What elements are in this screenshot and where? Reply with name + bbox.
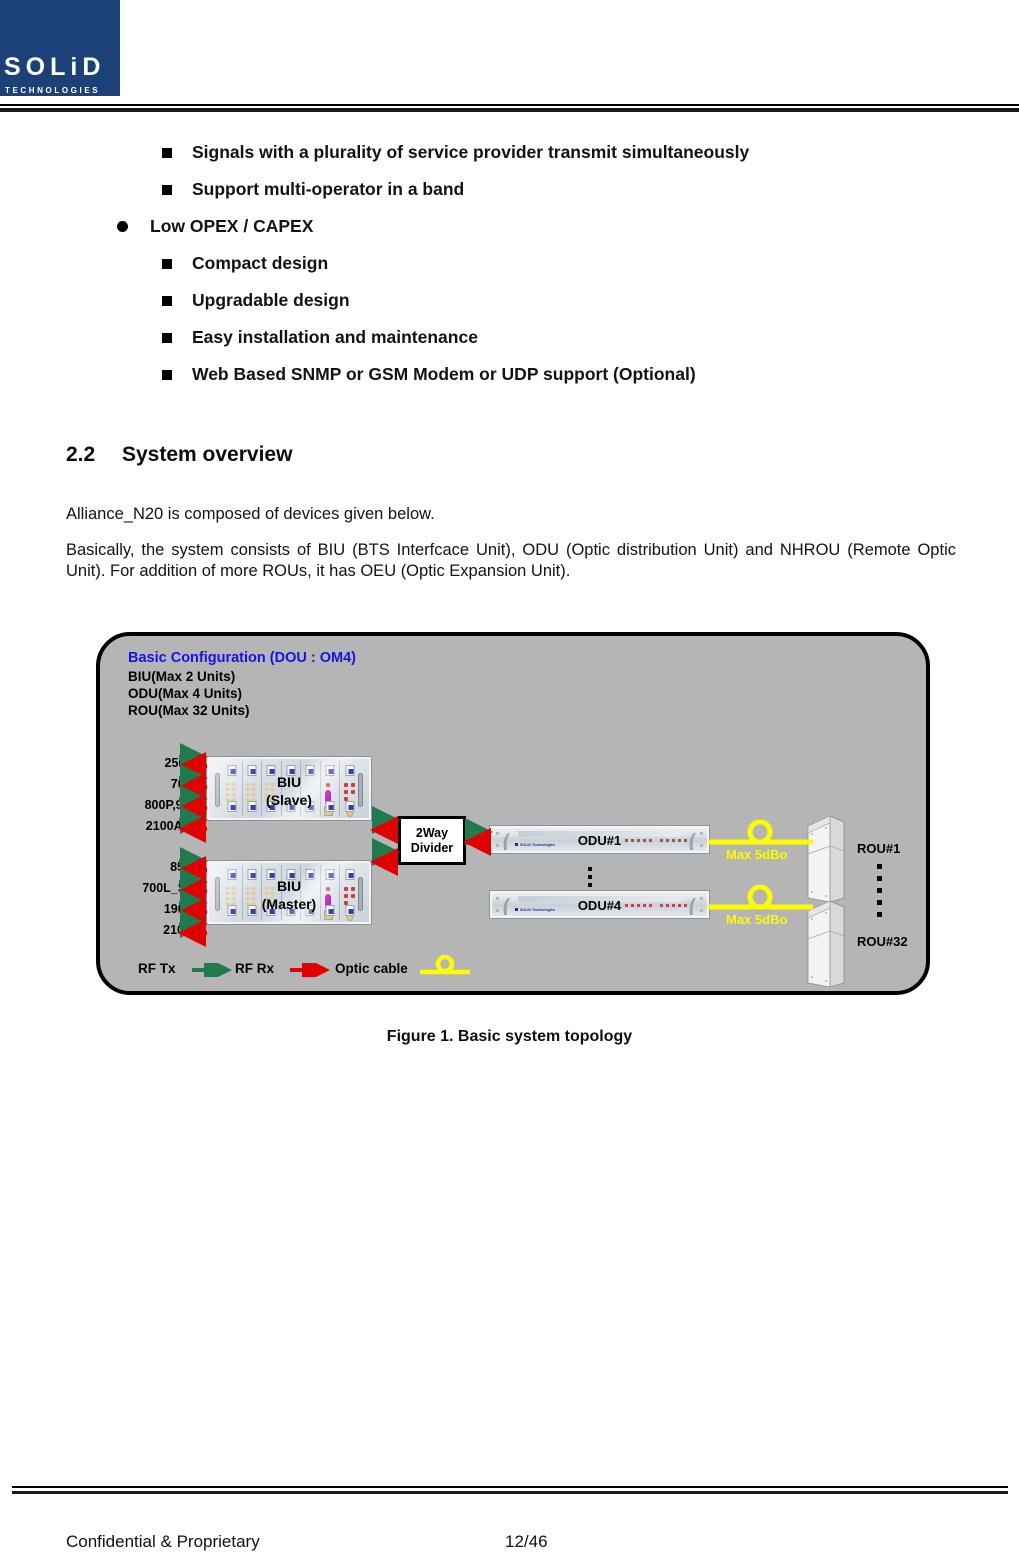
square-bullet-icon	[162, 333, 172, 343]
list-item-label: Low OPEX / CAPEX	[150, 216, 314, 236]
list-item-label: Signals with a plurality of service prov…	[192, 142, 750, 162]
odu-4-label: ODU#4	[577, 898, 622, 913]
legend-rf-tx-arrow-icon	[192, 963, 232, 977]
feature-bullet-list: Signals with a plurality of service prov…	[0, 134, 1019, 393]
odu-1-label: ODU#1	[577, 833, 622, 848]
optic-budget-rou1: Max 5dBo	[726, 847, 788, 862]
optic-budget-rou32: Max 5dBo	[726, 912, 788, 927]
divider-line-2: Divider	[410, 840, 454, 855]
two-way-divider: 2Way Divider	[398, 816, 466, 865]
list-item-label: Easy installation and maintenance	[192, 327, 478, 347]
band-label-2100a-m: 2100A_M	[145, 819, 200, 833]
biu-slave-role: (Slave)	[266, 792, 312, 808]
biu-master-chassis: BIU (Master)	[207, 861, 371, 924]
list-item-label: Upgradable design	[192, 290, 350, 310]
rou-32-label: ROU#32	[857, 934, 908, 949]
list-item: Easy installation and maintenance	[0, 319, 1019, 356]
diagram-spec-odu: ODU(Max 4 Units)	[128, 686, 243, 701]
band-label-2500t: 2500T	[164, 756, 200, 770]
optic-cable-rou32	[708, 884, 813, 910]
list-item: Signals with a plurality of service prov…	[0, 134, 1019, 171]
legend-optic-cable-label: Optic cable	[335, 961, 408, 976]
diagram-spec-rou: ROU(Max 32 Units)	[128, 703, 250, 718]
list-item-label: Support multi-operator in a band	[192, 179, 465, 199]
divider-line-1: 2Way	[415, 825, 449, 840]
list-item-label: Compact design	[192, 253, 329, 273]
intro-paragraph-2: Basically, the system consists of BIU (B…	[66, 541, 956, 580]
footer-rule-lower	[12, 1491, 1008, 1494]
section-heading: 2.2 System overview	[66, 443, 292, 467]
logo-tagline: TECHNOLOGIES	[5, 86, 101, 95]
biu-slave-label: BIU (Slave)	[209, 773, 369, 809]
footer-page-number: 12/46	[505, 1532, 548, 1551]
biu-slave-chassis: BIU (Slave)	[207, 757, 371, 820]
list-item: Support multi-operator in a band	[0, 171, 1019, 208]
section-title: System overview	[122, 443, 293, 466]
round-bullet-icon	[117, 221, 128, 232]
figure-caption: Figure 1. Basic system topology	[386, 1028, 633, 1045]
legend-optic-cable-icon	[420, 954, 470, 975]
square-bullet-icon	[162, 259, 172, 269]
odu-ellipsis	[588, 867, 592, 887]
legend-rf-rx-arrow-icon	[290, 963, 330, 977]
odu-1-unit: SOLiD Technologies ODU#1	[490, 826, 709, 853]
rou-ellipsis	[877, 864, 882, 917]
band-label-2100a: 2100A	[163, 923, 200, 937]
legend-rf-rx-label: RF Rx	[235, 961, 275, 976]
band-label-700l-s-m: 700L_S,M	[142, 881, 200, 895]
biu-master-label: BIU (Master)	[209, 877, 369, 913]
legend-rf-tx-label: RF Tx	[138, 961, 176, 976]
footer-confidential-notice: Confidential & Proprietary	[66, 1532, 260, 1551]
square-bullet-icon	[162, 296, 172, 306]
biu-master-name: BIU	[276, 878, 302, 894]
band-label-850c: 850C	[170, 860, 200, 874]
system-topology-diagram: Basic Configuration (DOU : OM4) BIU(Max …	[96, 632, 930, 995]
diagram-title: Basic Configuration (DOU : OM4)	[128, 650, 356, 666]
solid-logo: SOLiD TECHNOLOGIES	[0, 0, 120, 96]
band-label-1900p: 1900P	[163, 902, 200, 916]
biu-slave-name: BIU	[276, 774, 302, 790]
list-item-label: Web Based SNMP or GSM Modem or UDP suppo…	[192, 364, 696, 384]
header-rule-lower	[0, 108, 1019, 112]
list-item: Upgradable design	[0, 282, 1019, 319]
square-bullet-icon	[162, 370, 172, 380]
rou-1-label: ROU#1	[857, 841, 901, 856]
biu-master-role: (Master)	[261, 896, 317, 912]
optic-cable-rou1	[708, 819, 813, 845]
footer-rule-upper	[12, 1486, 1008, 1488]
square-bullet-icon	[162, 148, 172, 158]
list-item: Web Based SNMP or GSM Modem or UDP suppo…	[0, 356, 1019, 393]
odu-4-unit: SOLiD Technologies ODU#4	[490, 891, 709, 918]
diagram-spec-biu: BIU(Max 2 Units)	[128, 669, 236, 684]
list-item: Compact design	[0, 245, 1019, 282]
section-number: 2.2	[66, 443, 96, 466]
square-bullet-icon	[162, 185, 172, 195]
list-item: Low OPEX / CAPEX	[0, 208, 1019, 245]
page-header: SOLiD TECHNOLOGIES	[0, 0, 1019, 120]
header-rule-upper	[0, 104, 1019, 106]
band-label-800p900i: 800P,900I	[144, 798, 200, 812]
intro-paragraph-1: Alliance_N20 is composed of devices give…	[66, 505, 435, 523]
band-label-700p: 700P	[170, 777, 200, 791]
logo-wordmark: SOLiD	[4, 53, 106, 81]
